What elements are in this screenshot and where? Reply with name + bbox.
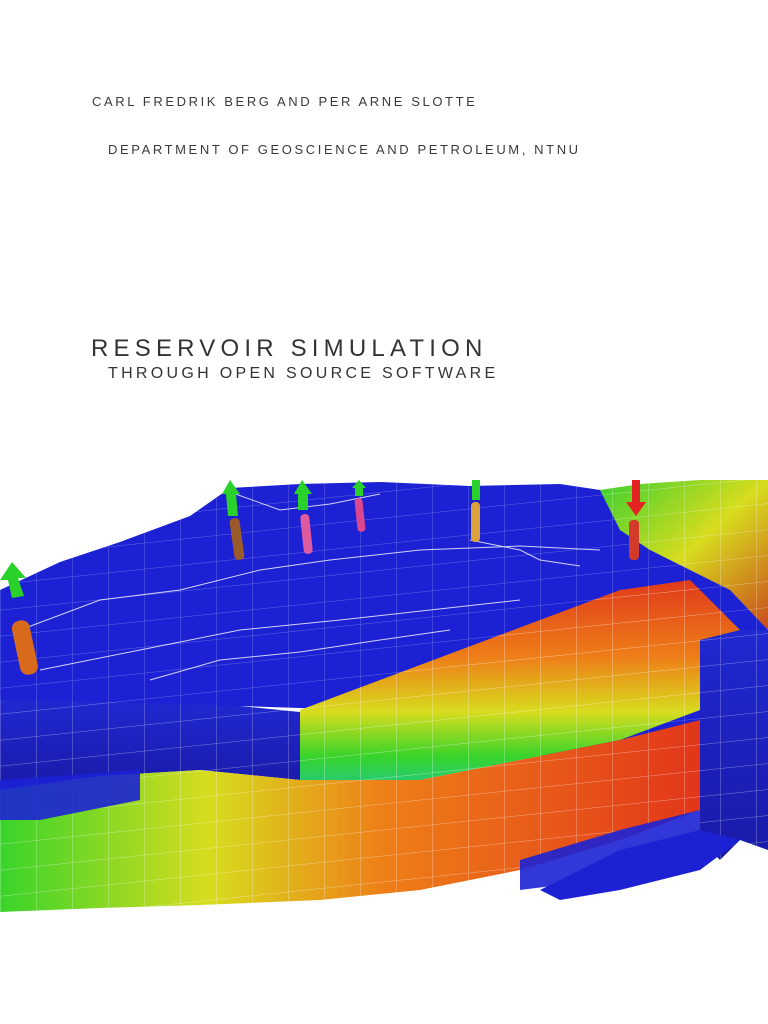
reservoir-model-image — [0, 480, 768, 912]
book-subtitle: through open source software — [108, 365, 499, 382]
well-5-icon — [471, 480, 480, 542]
book-title: Reservoir Simulation — [91, 335, 488, 362]
department: Department of Geoscience and Petroleum, … — [108, 142, 581, 157]
authors: Carl Fredrik Berg and Per Arne Slotte — [92, 94, 478, 109]
cover-illustration — [0, 480, 768, 912]
